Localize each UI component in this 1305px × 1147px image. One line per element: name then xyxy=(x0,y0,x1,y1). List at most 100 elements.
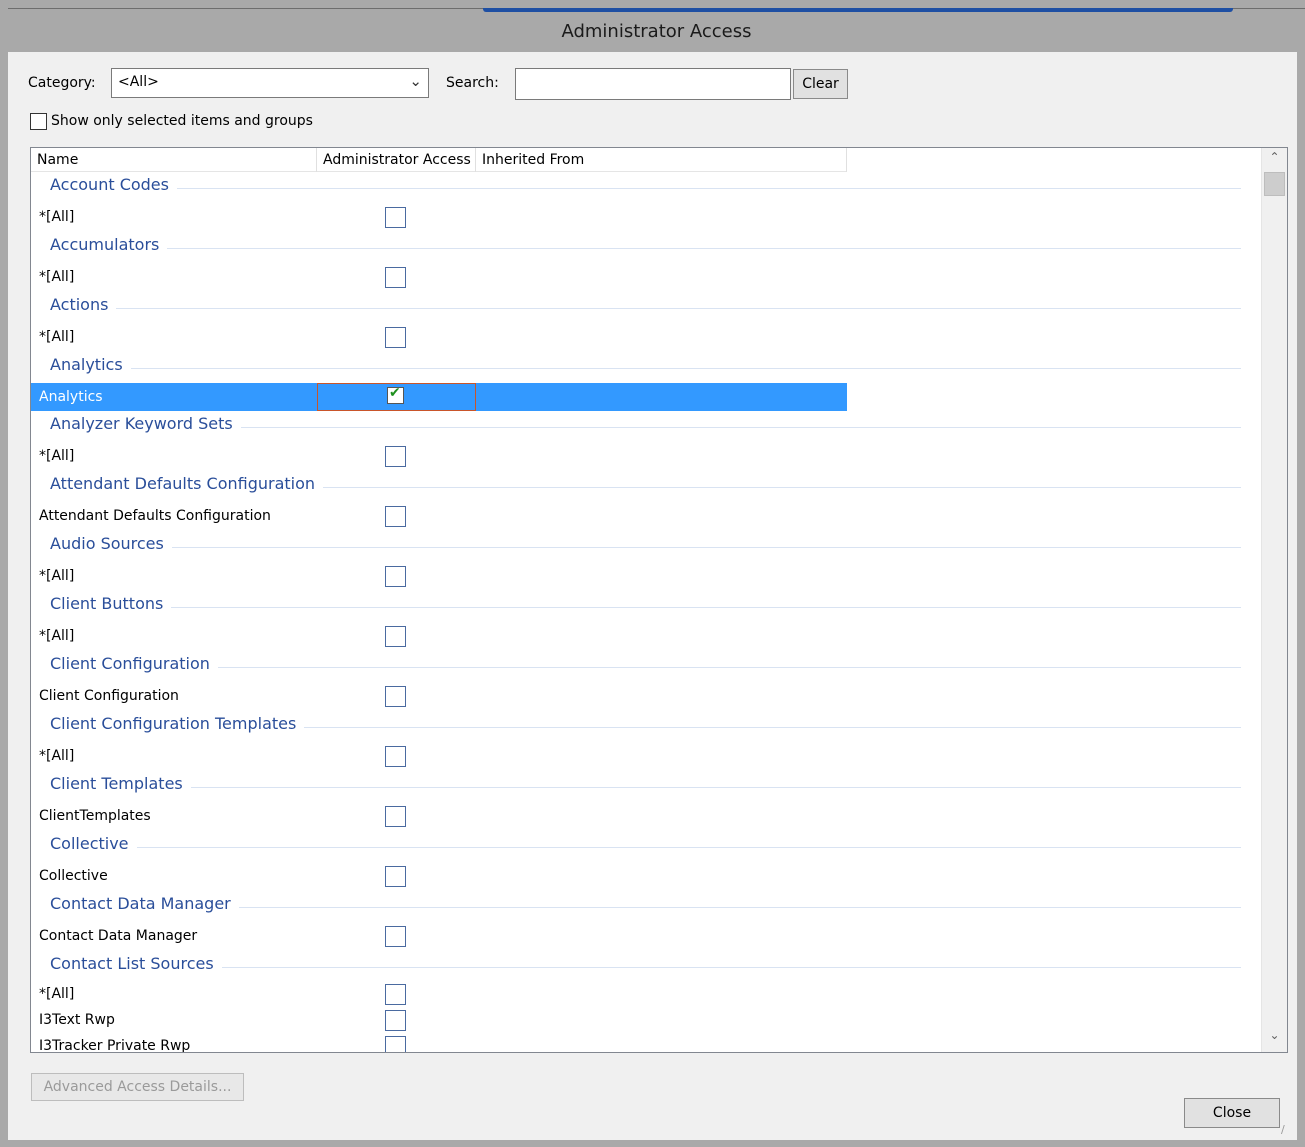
admin-access-checkbox[interactable] xyxy=(385,686,406,707)
group-separator xyxy=(50,967,1241,968)
group-label: Contact List Sources xyxy=(50,954,222,973)
list-item[interactable]: Attendant Defaults Configuration xyxy=(31,502,1251,530)
list-item[interactable]: *[All] xyxy=(31,263,1251,291)
group-separator xyxy=(50,847,1241,848)
group-label: Client Configuration xyxy=(50,654,218,673)
search-label: Search: xyxy=(446,75,499,91)
admin-access-checkbox[interactable] xyxy=(385,984,406,1005)
admin-access-checkbox[interactable] xyxy=(385,746,406,767)
group-header: Accumulators xyxy=(31,233,1251,263)
group-label: Collective xyxy=(50,834,137,853)
item-name: *[All] xyxy=(39,568,75,584)
group-header: Audio Sources xyxy=(31,532,1251,562)
group-header: Analytics xyxy=(31,353,1251,383)
chevron-down-icon[interactable]: ⌄ xyxy=(1262,1028,1287,1050)
item-name: Client Configuration xyxy=(39,688,179,704)
list-item[interactable]: *[All] xyxy=(31,323,1251,351)
category-value: <All> xyxy=(118,74,159,90)
group-label: Attendant Defaults Configuration xyxy=(50,474,324,493)
group-separator xyxy=(50,667,1241,668)
list-item[interactable]: *[All] xyxy=(31,203,1251,231)
admin-access-checkbox[interactable]: ✔ xyxy=(387,385,404,404)
admin-access-checkbox[interactable] xyxy=(385,806,406,827)
group-label: Account Codes xyxy=(50,175,177,194)
clear-button[interactable]: Clear xyxy=(793,69,848,99)
item-name: Contact Data Manager xyxy=(39,928,198,944)
group-header: Client Templates xyxy=(31,772,1251,802)
group-separator xyxy=(50,547,1241,548)
admin-access-checkbox[interactable] xyxy=(385,1010,406,1031)
category-label: Category: xyxy=(28,75,96,91)
list-item[interactable]: ClientTemplates xyxy=(31,802,1251,830)
admin-access-checkbox[interactable] xyxy=(385,866,406,887)
item-name: *[All] xyxy=(39,628,75,644)
list-item[interactable]: Collective xyxy=(31,862,1251,890)
vertical-scrollbar[interactable]: ⌃ ⌄ xyxy=(1261,148,1287,1052)
group-label: Client Buttons xyxy=(50,594,172,613)
group-header: Account Codes xyxy=(31,173,1251,203)
item-name: *[All] xyxy=(39,986,75,1002)
title-accent xyxy=(483,8,1233,12)
group-header: Collective xyxy=(31,832,1251,862)
list-item[interactable]: I3Text Rwp xyxy=(31,1008,1251,1034)
list-item[interactable]: Analytics ✔ xyxy=(31,383,1251,411)
group-label: Client Configuration Templates xyxy=(50,714,305,733)
advanced-access-details-button[interactable]: Advanced Access Details... xyxy=(31,1073,244,1101)
list-item[interactable]: Contact Data Manager xyxy=(31,922,1251,950)
search-input[interactable] xyxy=(515,68,791,100)
group-label: Actions xyxy=(50,295,117,314)
group-separator xyxy=(50,308,1241,309)
list-item[interactable]: *[All] xyxy=(31,562,1251,590)
group-separator xyxy=(50,188,1241,189)
item-name: *[All] xyxy=(39,748,75,764)
column-header-inherited-from[interactable]: Inherited From xyxy=(476,148,847,172)
group-label: Analyzer Keyword Sets xyxy=(50,414,241,433)
item-name: *[All] xyxy=(39,209,75,225)
group-header: Contact Data Manager xyxy=(31,892,1251,922)
category-dropdown[interactable]: <All> ⌄ xyxy=(111,68,429,98)
item-name: *[All] xyxy=(39,329,75,345)
item-name: ClientTemplates xyxy=(39,808,151,824)
chevron-down-icon: ⌄ xyxy=(409,72,422,90)
dialog-window: Administrator Access Category: <All> ⌄ S… xyxy=(0,0,1305,1147)
group-header: Contact List Sources xyxy=(31,952,1251,982)
chevron-up-icon[interactable]: ⌃ xyxy=(1262,150,1287,172)
list-item[interactable]: *[All] xyxy=(31,982,1251,1008)
resize-grip-icon[interactable]: ∕ xyxy=(1281,1124,1293,1136)
group-label: Audio Sources xyxy=(50,534,172,553)
admin-access-checkbox[interactable] xyxy=(385,207,406,228)
scroll-thumb[interactable] xyxy=(1264,172,1285,196)
admin-access-checkbox[interactable] xyxy=(385,506,406,527)
group-separator xyxy=(50,248,1241,249)
list-header: Name Administrator Access Inherited From xyxy=(31,148,847,172)
show-selected-label: Show only selected items and groups xyxy=(51,113,313,129)
access-list[interactable]: Name Administrator Access Inherited From… xyxy=(30,147,1288,1053)
list-item[interactable]: Client Configuration xyxy=(31,682,1251,710)
admin-access-checkbox[interactable] xyxy=(385,327,406,348)
group-separator xyxy=(50,607,1241,608)
list-item[interactable]: *[All] xyxy=(31,622,1251,650)
group-header: Client Configuration Templates xyxy=(31,712,1251,742)
admin-access-checkbox[interactable] xyxy=(385,1036,406,1052)
list-item[interactable]: *[All] xyxy=(31,742,1251,770)
title-bar[interactable]: Administrator Access xyxy=(8,8,1305,52)
group-label: Contact Data Manager xyxy=(50,894,239,913)
item-name: I3Text Rwp xyxy=(39,1012,115,1028)
list-item[interactable]: *[All] xyxy=(31,442,1251,470)
check-icon: ✔ xyxy=(389,385,401,401)
admin-access-checkbox[interactable] xyxy=(385,446,406,467)
admin-access-checkbox[interactable] xyxy=(385,267,406,288)
show-selected-checkbox[interactable] xyxy=(30,113,47,130)
column-header-admin-access[interactable]: Administrator Access xyxy=(317,148,476,172)
item-name: Collective xyxy=(39,868,108,884)
item-name: Attendant Defaults Configuration xyxy=(39,508,271,524)
admin-access-checkbox[interactable] xyxy=(385,566,406,587)
list-item[interactable]: I3Tracker Private Rwp xyxy=(31,1034,1251,1053)
admin-access-checkbox[interactable] xyxy=(385,626,406,647)
item-name: *[All] xyxy=(39,448,75,464)
column-header-name[interactable]: Name xyxy=(31,148,317,172)
admin-access-checkbox[interactable] xyxy=(385,926,406,947)
window-title: Administrator Access xyxy=(561,21,752,42)
close-button[interactable]: Close xyxy=(1184,1098,1280,1128)
item-name: I3Tracker Private Rwp xyxy=(39,1038,191,1053)
